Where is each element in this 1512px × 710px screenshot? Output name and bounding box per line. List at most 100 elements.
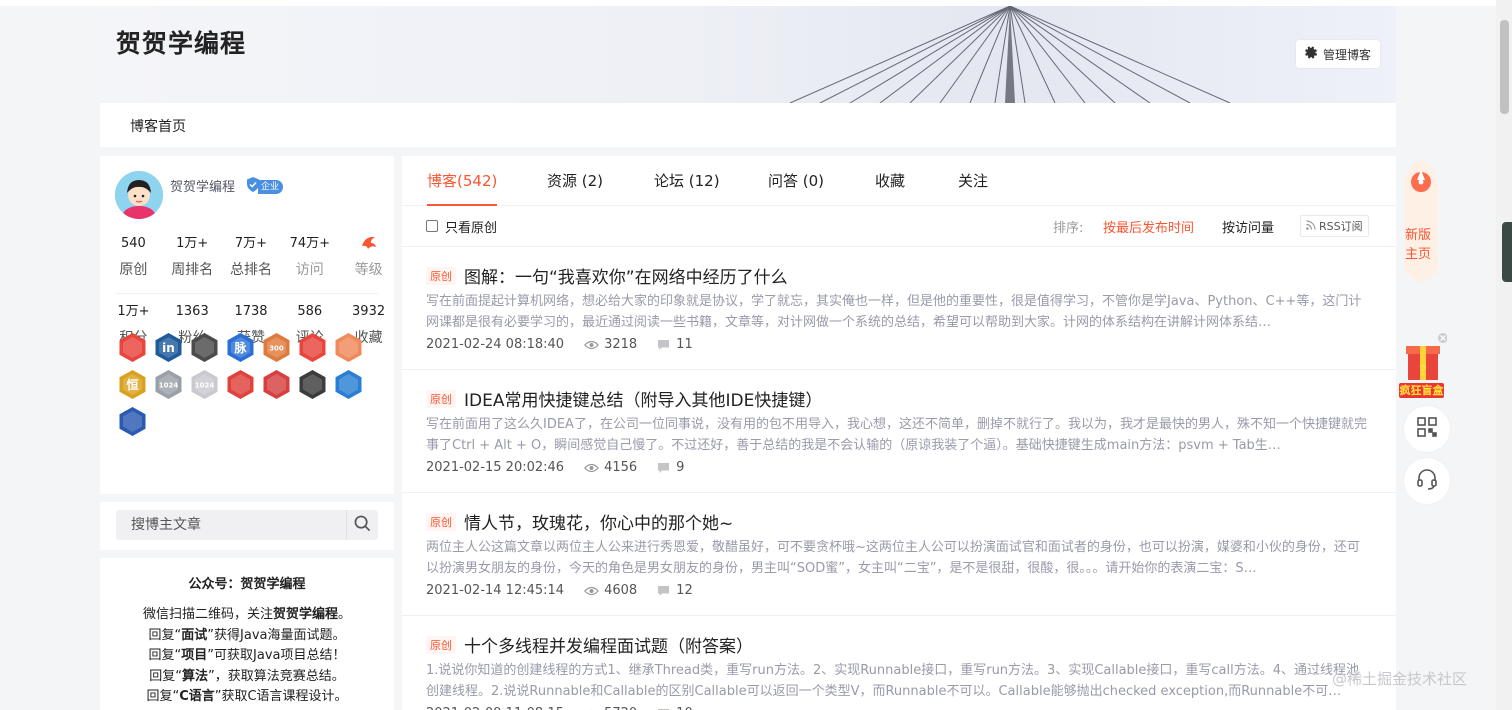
pen-medal-icon[interactable] [225,369,256,400]
article-item[interactable]: 原创 情人节，玫瑰花，你心中的那个她~ 两位主人公这篇文章以两位主人公来进行秀恩爱，… [402,494,1396,616]
eye-icon [584,463,600,473]
wechat-line: 回复“C语言”获取C语言课程设计。 [146,689,348,704]
2020-medal-icon[interactable] [297,332,328,363]
new-homepage-link[interactable]: 新版 主页 [1401,226,1435,264]
article-summary[interactable]: 1.说说你知道的创建线程的方式1、继承Thread类，重写run方法。2、实现R… [426,660,1368,702]
mystery-box-label[interactable]: 疯狂盲盒 [1399,383,1444,398]
tab-favorites[interactable]: 收藏 [875,170,905,191]
view-count: 3218 [604,337,638,352]
flag-medal-icon[interactable] [261,369,292,400]
article-meta: 2021-02-15 20:02:46 4156 9 [426,460,684,475]
gear-icon [1305,46,1318,62]
qrcode-icon [1416,416,1438,442]
maimai-medal-icon[interactable]: 脉 [225,332,256,363]
wechat-instructions: 微信扫描二维码，关注贺贺学编程。 回复“面试”获得Java海量面试题。 回复“项目”… [100,605,394,708]
active-tab-indicator [427,204,497,206]
linkedin-medal-icon[interactable]: in [153,332,184,363]
svg-text:脉: 脉 [233,340,247,355]
search-box [116,510,378,540]
svg-text:恒: 恒 [126,377,138,392]
blog-title[interactable]: 贺贺学编程 [116,24,246,60]
comment-count: 11 [676,337,693,352]
right-float-toolbar: 新版 主页 ? 疯狂盲盒 [1396,0,1512,710]
profile-username[interactable]: 贺贺学编程 [170,176,235,195]
search-button[interactable] [346,510,378,540]
stat-original[interactable]: 540 原创 [108,234,159,279]
article-meta: 2021-02-09 11:08:15 5720 10 [426,706,693,710]
1024-red-medal-icon[interactable]: 1024 [189,369,220,400]
wechat-line: 回复“项目”可获取Java项目总结！ [148,648,346,663]
view-count: 4156 [604,460,638,475]
article-title[interactable]: IDEA常用快捷键总结（附导入其他IDE快捷键） [464,386,822,411]
ox-medal-icon[interactable] [333,332,364,363]
headset-icon [1415,467,1439,495]
article-filter-bar: 只看原创 排序: 按最后发布时间 按访问量 RSS订阅 [402,207,1396,247]
wechat-official-account-card: 公众号：贺贺学编程 微信扫描二维码，关注贺贺学编程。 回复“面试”获得Java海量… [100,558,394,710]
manage-blog-label: 管理博客 [1322,47,1371,62]
eye-icon [584,340,600,350]
comment-count: 12 [676,583,693,598]
only-original-checkbox[interactable] [426,220,438,232]
persistence-medal-icon[interactable]: 恒 [117,369,148,400]
svg-text:300: 300 [269,345,284,353]
wechat-line: 微信扫描二维码，关注贺贺学编程。 [142,607,352,622]
article-item[interactable]: 原创 图解：一句“我喜欢你”在网络中经历了什么 写在前面提起计算机网络，想必给大家的… [402,248,1396,370]
customer-service-button[interactable] [1404,458,1450,504]
stat-visits: 74万+ 访问 [289,236,330,278]
blog-header-banner: 贺贺学编程 管理博客 [100,6,1396,103]
manage-blog-button[interactable]: 管理博客 [1295,40,1380,68]
profile-stats-row-1: 540 原创 1万+ 周排名 7万+ 总排名 74万+ 访问 等级 [100,234,394,279]
level-icon [343,234,394,254]
bird-medal-icon[interactable] [333,369,364,400]
wechat-line: 回复“面试”获得Java海量面试题。 [148,627,346,643]
stat-level[interactable]: 等级 [343,234,394,279]
article-meta: 2021-02-14 12:45:14 4608 12 [426,583,693,598]
original-tag: 原创 [426,513,456,531]
sort-by-latest[interactable]: 按最后发布时间 [1103,217,1194,236]
article-title[interactable]: 情人节，玫瑰花，你心中的那个她~ [464,509,733,534]
stat-week-rank[interactable]: 1万+ 周排名 [167,234,218,279]
enterprise-badge-label: 企业 [258,179,284,194]
new-homepage-rocket-icon[interactable] [1400,160,1442,284]
tab-forum[interactable]: 论坛 (12) [654,170,720,191]
monkey-medal-icon[interactable] [117,332,148,363]
sort-label: 排序: [1053,221,1084,236]
eye-icon [584,586,600,596]
laurel-medal-icon[interactable] [297,369,328,400]
tab-resources[interactable]: 资源 (2) [547,170,603,191]
original-tag: 原创 [426,636,456,654]
svg-text:1024: 1024 [159,382,179,390]
search-input[interactable] [116,510,346,540]
publish-date: 2021-02-09 11:08:15 [426,706,564,710]
300-medal-icon[interactable]: 300 [261,332,292,363]
article-summary[interactable]: 两位主人公这篇文章以两位主人公来进行秀恩爱，敬醋虽好，可不要贪杯哦~这两位主人公… [426,537,1368,579]
article-item[interactable]: 原创 IDEA常用快捷键总结（附导入其他IDE快捷键） 写在前面用了这么久IDEA了… [402,371,1396,493]
article-summary[interactable]: 写在前面用了这么久IDEA了，在公司一位同事说，没有用的包不用导入，我心想，这还… [426,414,1368,456]
comment-icon [657,339,670,351]
article-meta: 2021-02-24 08:18:40 3218 11 [426,337,693,352]
only-original-label[interactable]: 只看原创 [445,217,497,236]
sort-by-views[interactable]: 按访问量 [1222,217,1274,236]
tab-following[interactable]: 关注 [958,170,988,191]
page-scrollbar-thumb[interactable] [1500,20,1509,114]
github-medal-icon[interactable] [189,332,220,363]
tab-blog[interactable]: 博客(542) [427,170,497,191]
publish-date: 2021-02-15 20:02:46 [426,460,565,475]
stats-divider [116,293,378,294]
qrcode-button[interactable] [1404,406,1450,452]
article-item[interactable]: 原创 十个多线程并发编程面试题（附答案） 1.说说你知道的创建线程的方式1、继承Th… [402,617,1396,710]
nav-blog-home[interactable]: 博客首页 [130,116,186,136]
article-summary[interactable]: 写在前面提起计算机网络，想必给大家的印象就是协议，学了就忘，其实俺也一样，但是他… [426,291,1368,333]
article-title[interactable]: 图解：一句“我喜欢你”在网络中经历了什么 [464,263,788,288]
article-title[interactable]: 十个多线程并发编程面试题（附答案） [464,632,753,657]
blog-nav-bar: 博客首页 [100,103,1396,147]
rocket-medal-icon[interactable] [117,406,148,437]
stat-total-rank[interactable]: 7万+ 总排名 [226,234,277,279]
tab-qa[interactable]: 问答 (0) [768,170,824,191]
avatar[interactable] [115,171,163,219]
rss-subscribe-button[interactable]: RSS订阅 [1300,215,1369,237]
svg-text:1024: 1024 [195,382,215,390]
browser-extension-widget[interactable] [1502,222,1512,282]
1024-medal-icon[interactable]: 1024 [153,369,184,400]
original-tag: 原创 [426,390,456,408]
